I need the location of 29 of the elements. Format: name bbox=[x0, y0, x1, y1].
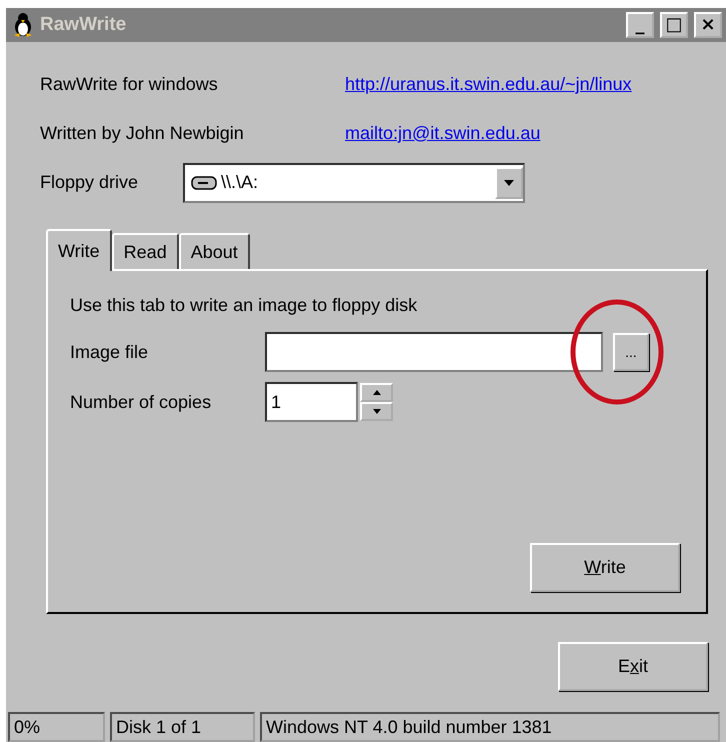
maximize-button[interactable]: □ bbox=[660, 12, 688, 38]
tab[interactable]: About bbox=[178, 233, 250, 269]
link[interactable]: mailto:jn@it.swin.edu.au bbox=[345, 123, 540, 144]
link[interactable]: http://uranus.it.swin.edu.au/~jn/linux bbox=[345, 74, 632, 95]
penguin-icon bbox=[12, 13, 34, 37]
description-text: Use this tab to write an image to floppy disk bbox=[70, 295, 418, 316]
close-button[interactable]: × bbox=[694, 12, 722, 38]
info-label: RawWrite for windows bbox=[40, 74, 219, 95]
write-button[interactable]: Write bbox=[530, 543, 680, 592]
drive-dropdown[interactable]: \\.\A: bbox=[183, 162, 525, 202]
floppy-drive-label: Floppy drive bbox=[40, 172, 140, 193]
copies-field[interactable]: 1 bbox=[265, 382, 358, 422]
browse-button[interactable]: ... bbox=[613, 333, 649, 371]
window-title: RawWrite bbox=[40, 14, 128, 36]
image-file-label: Image file bbox=[70, 342, 150, 362]
status-cell: 0% bbox=[8, 712, 105, 742]
image-file-field[interactable] bbox=[265, 332, 603, 372]
info-label: Written by John Newbigin bbox=[40, 123, 245, 144]
exit-button[interactable]: Exit bbox=[558, 642, 708, 691]
drive-value: \\.\A: bbox=[221, 172, 260, 193]
tab[interactable]: Write bbox=[46, 229, 112, 271]
tab[interactable]: Read bbox=[112, 233, 179, 269]
status-cell: Windows NT 4.0 build number 1381 bbox=[260, 712, 720, 742]
minimize-button[interactable]: _ bbox=[626, 12, 654, 38]
drive-icon bbox=[191, 174, 217, 190]
status-cell: Disk 1 of 1 bbox=[110, 712, 255, 742]
copies-label: Number of copies bbox=[70, 392, 212, 412]
spin-down-icon[interactable] bbox=[360, 402, 393, 421]
spin-up-icon[interactable] bbox=[360, 383, 393, 402]
